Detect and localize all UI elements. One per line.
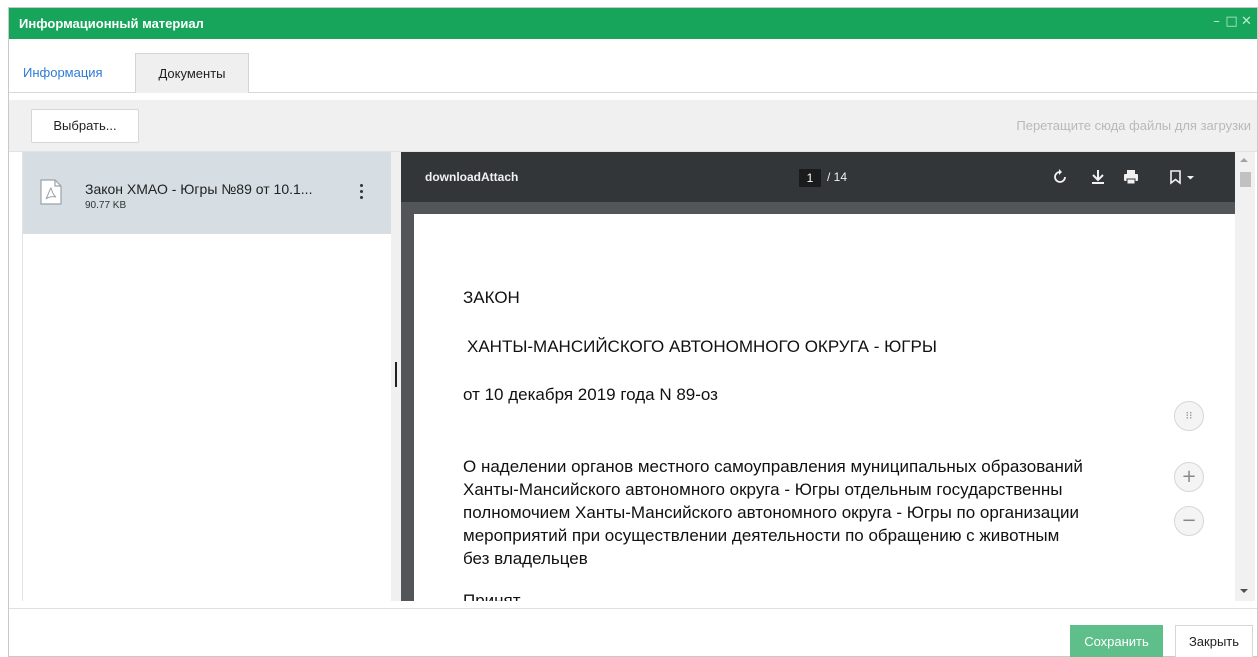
upload-toolbar: Выбрать... Перетащите сюда файлы для заг… [9,100,1257,152]
doc-paragraph-line: О наделении органов местного самоуправле… [463,457,1083,476]
tab-bar: Информация Документы [9,39,1257,93]
dialog-footer: Сохранить Закрыть [9,608,1257,657]
more-options-icon[interactable] [356,184,366,204]
panel-splitter[interactable] [391,152,401,601]
info-material-dialog: Информационный материал – □ ✕ Информация… [8,7,1258,657]
file-name: Закон ХМАО - Югры №89 от 10.1... [85,181,313,197]
scroll-down-icon[interactable] [1240,589,1248,593]
choose-file-button[interactable]: Выбрать... [31,109,139,143]
scroll-thumb[interactable] [1240,172,1251,187]
viewer-scrollbar[interactable] [1235,152,1255,601]
close-button[interactable]: Закрыть [1175,625,1253,657]
drop-zone-hint[interactable]: Перетащите сюда файлы для загрузки [1016,118,1251,133]
doc-date: от 10 декабря 2019 года N 89-оз [463,385,718,404]
file-list: Закон ХМАО - Югры №89 от 10.1... 90.77 K… [22,152,392,601]
fit-page-icon[interactable]: ⁝⁝ [1174,401,1204,431]
pdf-file-icon [40,179,62,208]
doc-paragraph-line: Ханты-Мансийского автономного округа - Ю… [463,480,1063,499]
pdf-page: ЗАКОН ХАНТЫ-МАНСИЙСКОГО АВТОНОМНОГО ОКРУ… [414,214,1235,601]
bookmark-icon[interactable] [1167,166,1199,188]
scroll-up-icon[interactable] [1240,158,1248,162]
tab-documents[interactable]: Документы [135,53,249,93]
doc-paragraph-line: без владельцев [463,549,588,568]
doc-subheading: ХАНТЫ-МАНСИЙСКОГО АВТОНОМНОГО ОКРУГА - Ю… [467,337,937,356]
pdf-toolbar: downloadAttach 1 / 14 [401,152,1235,202]
pdf-title: downloadAttach [425,170,519,184]
print-icon[interactable] [1121,166,1141,188]
tab-info[interactable]: Информация [9,53,117,93]
zoom-out-icon[interactable]: − [1174,506,1204,536]
minimize-icon[interactable]: – [1210,14,1223,30]
dialog-title: Информационный материал [19,16,204,31]
file-size: 90.77 KB [85,200,127,211]
page-total: / 14 [827,170,848,184]
list-item[interactable]: Закон ХМАО - Югры №89 от 10.1... 90.77 K… [23,152,392,234]
close-icon[interactable]: ✕ [1240,14,1253,30]
splitter-grip[interactable] [395,362,397,387]
page-number-input[interactable]: 1 [799,169,821,187]
download-icon[interactable] [1088,166,1108,188]
save-button[interactable]: Сохранить [1070,625,1163,657]
doc-paragraph-line: мероприятий при осуществлении деятельнос… [463,526,1060,545]
maximize-icon[interactable]: □ [1225,14,1238,30]
dialog-titlebar: Информационный материал – □ ✕ [9,8,1257,39]
rotate-icon[interactable] [1050,166,1070,188]
doc-paragraph-line: Принят [463,591,521,601]
pdf-viewer: downloadAttach 1 / 14 ЗАКОН ХАНТЫ-МАНСИЙ… [401,152,1235,601]
documents-panel: Закон ХМАО - Югры №89 от 10.1... 90.77 K… [22,152,1255,601]
zoom-in-icon[interactable]: + [1174,462,1204,492]
doc-heading: ЗАКОН [463,288,520,307]
doc-paragraph-line: полномочием Ханты-Мансийского автономног… [463,503,1079,522]
window-controls: – □ ✕ [1210,14,1253,30]
